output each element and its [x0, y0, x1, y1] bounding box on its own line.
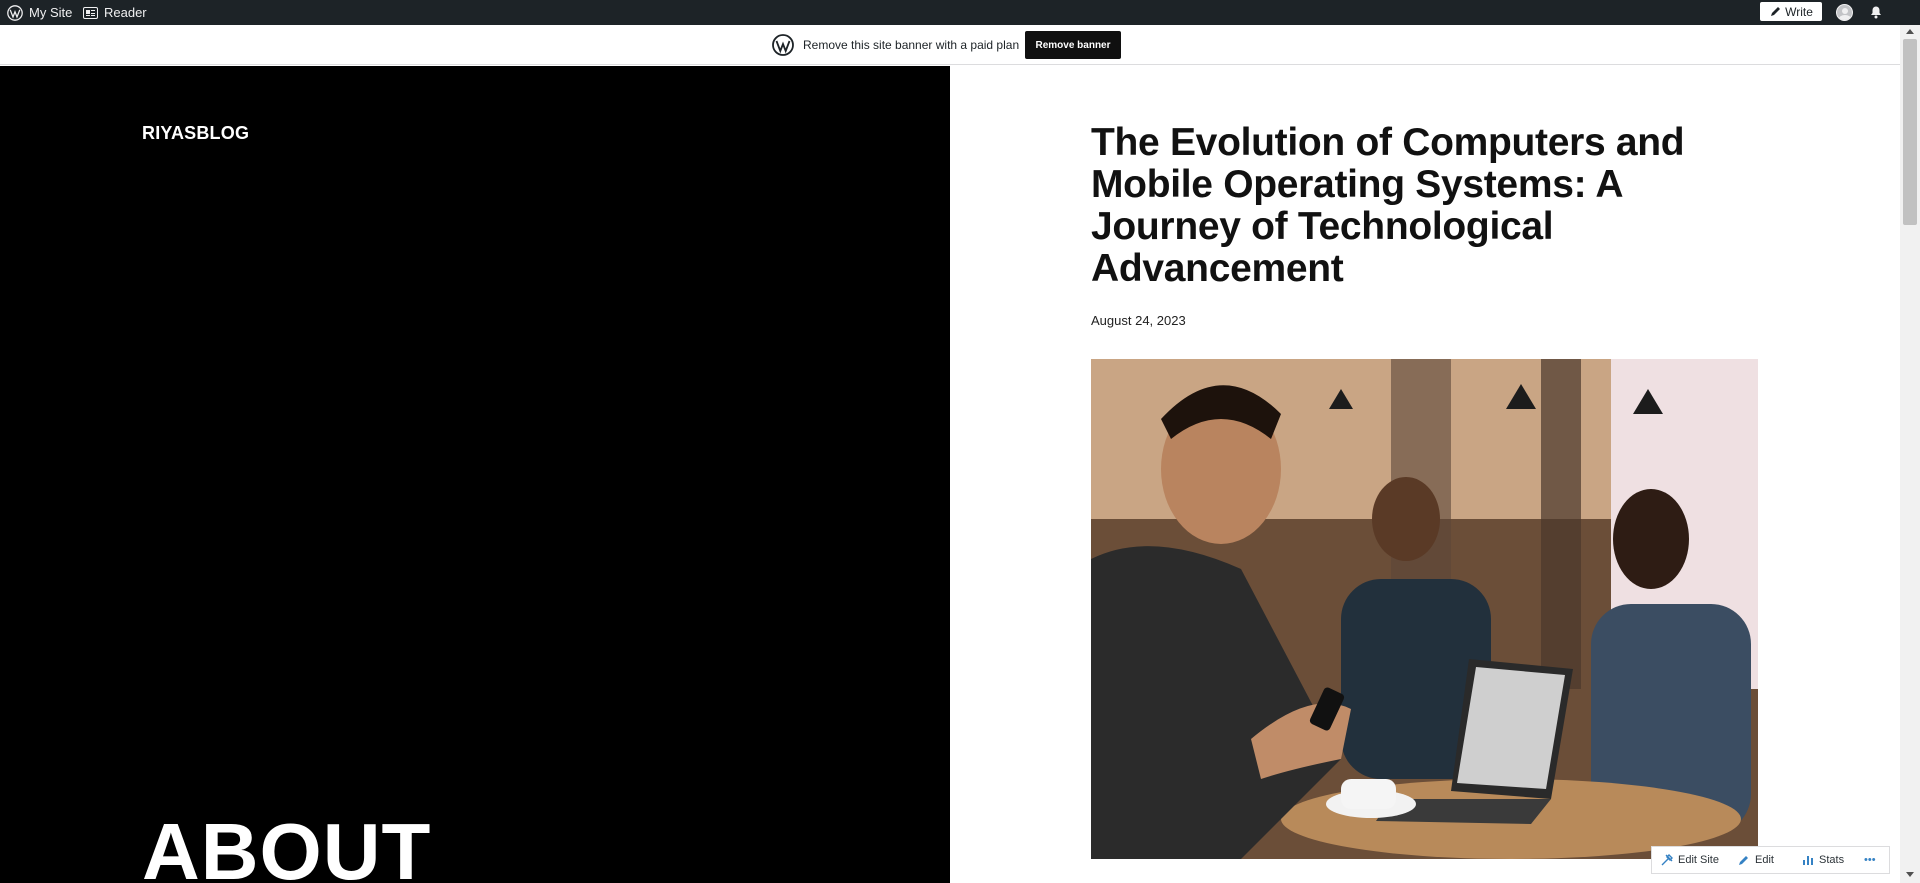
my-site-menu[interactable]: My Site [7, 0, 72, 25]
write-label: Write [1785, 4, 1813, 19]
wordpress-logo-icon [772, 34, 794, 56]
tools-icon [1661, 854, 1673, 866]
more-options-button[interactable]: ••• [1864, 847, 1876, 873]
featured-image-illustration [1091, 359, 1758, 859]
post-title: The Evolution of Computers and Mobile Op… [1091, 121, 1685, 290]
admin-action-bar: Edit Site Edit Stats ••• [1651, 846, 1890, 874]
bar-chart-icon [1803, 856, 1813, 865]
more-icon: ••• [1864, 854, 1876, 866]
avatar-icon[interactable] [1836, 4, 1853, 21]
my-site-label: My Site [29, 5, 73, 20]
edit-label: Edit [1755, 854, 1774, 866]
scroll-up-arrow-icon[interactable] [1906, 29, 1914, 34]
about-heading: ABOUT [142, 807, 432, 883]
remove-banner-button[interactable]: Remove banner [1025, 31, 1121, 59]
page-scrollbar[interactable] [1900, 25, 1920, 883]
notifications-bell-icon[interactable] [1868, 4, 1884, 20]
pencil-icon [1739, 856, 1748, 865]
write-button[interactable]: Write [1760, 2, 1822, 21]
reader-icon [83, 6, 98, 19]
upgrade-banner: Remove this site banner with a paid plan… [0, 25, 1900, 65]
post-date: August 24, 2023 [1091, 313, 1186, 328]
reader-menu[interactable]: Reader [83, 0, 147, 25]
admin-bar: My Site Reader Write [0, 0, 1920, 25]
edit-site-button[interactable]: Edit Site [1661, 847, 1719, 873]
scroll-thumb[interactable] [1903, 39, 1917, 225]
edit-site-label: Edit Site [1678, 854, 1719, 866]
featured-image [1091, 359, 1758, 859]
site-header-panel: RIYASBLOG ABOUT [0, 66, 950, 883]
stats-button[interactable]: Stats [1802, 847, 1844, 873]
edit-button[interactable]: Edit [1738, 847, 1774, 873]
reader-label: Reader [104, 5, 147, 20]
site-title[interactable]: RIYASBLOG [142, 123, 249, 144]
wordpress-logo-icon [7, 4, 23, 21]
pen-icon [1771, 6, 1781, 16]
stats-label: Stats [1819, 854, 1845, 866]
scroll-down-arrow-icon[interactable] [1906, 872, 1914, 877]
banner-text: Remove this site banner with a paid plan [803, 38, 1020, 52]
